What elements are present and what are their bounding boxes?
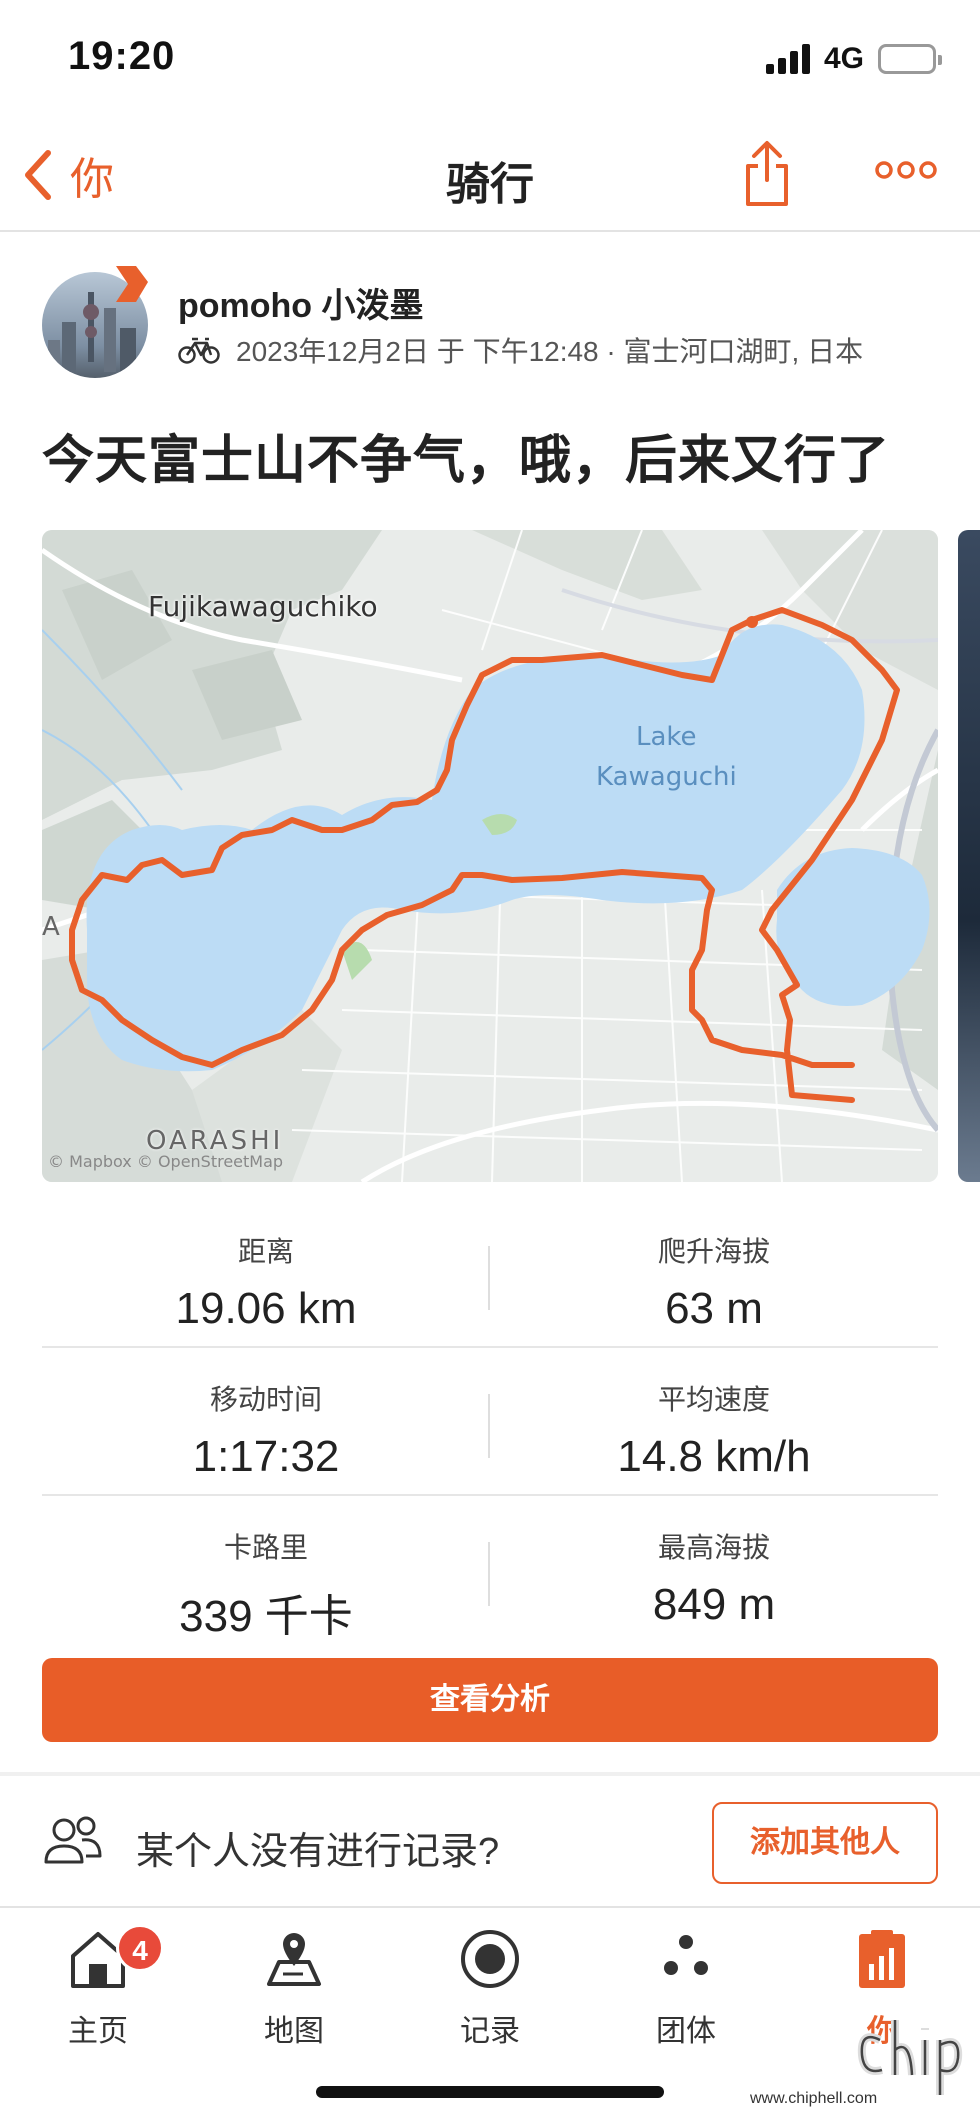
map-lake-label-1: Lake	[636, 722, 697, 752]
tab-label: 记录	[460, 2015, 520, 2048]
stat-value: 1:17:32	[192, 1432, 340, 1481]
tab-record[interactable]: 记录	[392, 1920, 588, 2070]
stat-label: 爬升海拔	[657, 1236, 770, 1267]
tab-home[interactable]: 4 主页	[0, 1920, 196, 2070]
stat-value: 14.8 km/h	[617, 1432, 811, 1481]
stat-calories: 卡路里 339 千卡	[42, 1496, 490, 1644]
map-attribution: © Mapbox © OpenStreetMap	[48, 1152, 284, 1171]
stat-label: 卡路里	[223, 1532, 308, 1563]
subscriber-badge-icon	[116, 266, 148, 302]
stat-label: 移动时间	[209, 1384, 322, 1415]
add-others-button[interactable]: 添加其他人	[712, 1802, 938, 1884]
people-icon	[44, 1816, 102, 1864]
stats-row: 移动时间 1:17:32 平均速度 14.8 km/h	[42, 1348, 938, 1496]
stat-value: 19.06 km	[175, 1284, 357, 1333]
notification-badge: 4	[116, 1924, 164, 1972]
tab-maps[interactable]: 地图	[196, 1920, 392, 2070]
watermark: www.chiphell.com	[750, 2000, 970, 2118]
athlete-name[interactable]: pomoho 小泼墨	[178, 278, 424, 327]
record-icon	[461, 1930, 519, 1988]
map-icon	[267, 1933, 321, 1986]
add-others-prompt: 某个人没有进行记录?	[136, 1831, 500, 1873]
stat-label: 平均速度	[657, 1384, 770, 1415]
map-town-label: Fujikawaguchiko	[148, 590, 378, 623]
stat-value: 339 千卡	[179, 1592, 353, 1641]
page-title: 骑行	[446, 160, 534, 209]
map-lake-label-2: Kawaguchi	[596, 762, 737, 792]
view-analysis-button[interactable]: 查看分析	[42, 1658, 938, 1742]
activity-title: 今天富士山不争气，哦，后来又行了	[42, 432, 891, 490]
stats-row: 卡路里 339 千卡 最高海拔 849 m	[42, 1496, 938, 1644]
stat-distance: 距离 19.06 km	[42, 1200, 490, 1348]
chiphell-logo-icon	[857, 2020, 963, 2095]
watermark-url: www.chiphell.com	[750, 2090, 878, 2107]
groups-icon	[664, 1935, 708, 1975]
add-others-section: 某个人没有进行记录? 添加其他人	[0, 1776, 980, 1906]
stat-avg-speed: 平均速度 14.8 km/h	[490, 1348, 938, 1496]
status-bar: 19:20 4G	[0, 0, 980, 120]
map-canvas	[42, 530, 938, 1182]
stat-moving-time: 移动时间 1:17:32	[42, 1348, 490, 1496]
more-icon[interactable]	[874, 158, 938, 182]
network-type: 4G	[824, 42, 865, 75]
map-edge-label: A	[42, 912, 60, 942]
stat-elevation-gain: 爬升海拔 63 m	[490, 1200, 938, 1348]
activity-date-location: 2023年12月2日 于 下午12:48 · 富士河口湖町, 日本	[236, 336, 864, 367]
battery-icon	[878, 44, 942, 74]
share-icon[interactable]	[742, 138, 792, 208]
signal-icon	[766, 44, 812, 74]
stat-value: 849 m	[652, 1580, 776, 1629]
nav-bar: 你 骑行	[0, 120, 980, 232]
stat-max-elevation: 最高海拔 849 m	[490, 1496, 938, 1644]
tab-label: 主页	[68, 2015, 128, 2048]
activity-meta: 2023年12月2日 于 下午12:48 · 富士河口湖町, 日本	[178, 330, 863, 370]
tab-label: 地图	[264, 2015, 324, 2048]
bike-icon	[178, 337, 220, 364]
stats-grid: 距离 19.06 km 爬升海拔 63 m 移动时间 1:17:32 平均速度 …	[42, 1200, 938, 1644]
status-time: 19:20	[68, 34, 176, 78]
stat-value: 63 m	[665, 1284, 763, 1333]
stats-row: 距离 19.06 km 爬升海拔 63 m	[42, 1200, 938, 1348]
route-map[interactable]: Fujikawaguchiko Lake Kawaguchi OARASHI A…	[42, 530, 938, 1182]
you-icon	[859, 1930, 905, 1988]
home-indicator	[316, 2086, 664, 2098]
next-photo-peek[interactable]	[958, 530, 980, 1182]
stat-label: 最高海拔	[657, 1532, 770, 1563]
stat-label: 距离	[237, 1236, 294, 1267]
